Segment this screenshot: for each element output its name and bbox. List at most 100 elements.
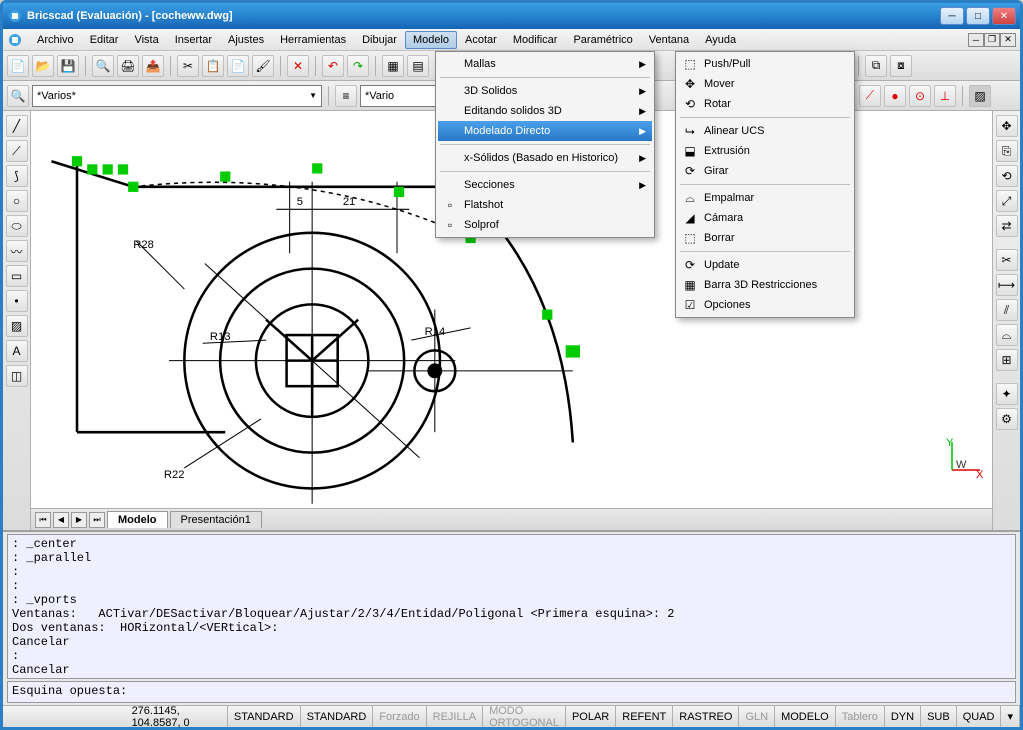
maximize-button[interactable]: □ [966,7,990,25]
tab-next[interactable]: ▶ [71,512,87,528]
spline-tool[interactable]: 〰 [6,240,28,262]
sub-mover[interactable]: ✥Mover [678,74,852,94]
publish-button[interactable]: 📤 [142,55,164,77]
tab-first[interactable]: ⏮ [35,512,51,528]
menu-ayuda[interactable]: Ayuda [697,31,744,49]
arc-tool[interactable]: ⟆ [6,165,28,187]
save-button[interactable]: 💾 [57,55,79,77]
sub-opciones[interactable]: ☑Opciones [678,295,852,315]
menu-ajustes[interactable]: Ajustes [220,31,272,49]
minimize-button[interactable]: ─ [940,7,964,25]
print-button[interactable]: 🖨 [117,55,139,77]
dd-x-s-lidos-basado-en-historico-[interactable]: x-Sólidos (Basado en Historico)▶ [438,148,652,168]
menu-vista[interactable]: Vista [126,31,166,49]
status-std1[interactable]: STANDARD [228,706,301,727]
dd-modelado-directo[interactable]: Modelado Directo▶ [438,121,652,141]
constraint-panel[interactable]: ▨ [969,85,991,107]
sub-rotar[interactable]: ⟲Rotar [678,94,852,114]
sub-update[interactable]: ⟳Update [678,255,852,275]
dd-editando-solidos-3d[interactable]: Editando solidos 3D▶ [438,101,652,121]
polyline-tool[interactable]: ⟋ [6,140,28,162]
layer-dropdown[interactable]: *Varios*▼ [32,85,322,107]
redo-button[interactable]: ↷ [347,55,369,77]
menu-dibujar[interactable]: Dibujar [354,31,405,49]
dd-solprof[interactable]: ▫Solprof [438,215,652,235]
sub-barra-3d-restricciones[interactable]: ▦Barra 3D Restricciones [678,275,852,295]
copy-tool[interactable]: ⎘ [996,140,1018,162]
tab-presentacion1[interactable]: Presentación1 [170,511,262,528]
constraint-3[interactable]: ⊙ [909,85,931,107]
mdi-minimize[interactable]: ─ [968,33,984,47]
status-dyn[interactable]: DYN [885,706,921,727]
extend-tool[interactable]: ⟼ [996,274,1018,296]
constraint-1[interactable]: ⟋ [859,85,881,107]
sub-alinear-ucs[interactable]: ⮡Alinear UCS [678,121,852,141]
menu-insertar[interactable]: Insertar [167,31,220,49]
dd-secciones[interactable]: Secciones▶ [438,175,652,195]
delete-button[interactable]: ✕ [287,55,309,77]
dd-mallas[interactable]: Mallas▶ [438,54,652,74]
line-tool[interactable]: ╱ [6,115,28,137]
copy-button[interactable]: 📋 [202,55,224,77]
move-tool[interactable]: ✥ [996,115,1018,137]
properties-tool[interactable]: ⚙ [996,408,1018,430]
status-polar[interactable]: POLAR [566,706,616,727]
sub-girar[interactable]: ⟳Girar [678,161,852,181]
status-quad[interactable]: QUAD [957,706,1002,727]
circle-tool[interactable]: ○ [6,190,28,212]
explode-tool[interactable]: ✦ [996,383,1018,405]
dd-flatshot[interactable]: ▫Flatshot [438,195,652,215]
sub-empalmar[interactable]: ⌓Empalmar [678,188,852,208]
status-std2[interactable]: STANDARD [301,706,374,727]
region-tool[interactable]: ◫ [6,365,28,387]
undo-button[interactable]: ↶ [322,55,344,77]
menu-herramientas[interactable]: Herramientas [272,31,354,49]
rect-tool[interactable]: ▭ [6,265,28,287]
view-7[interactable]: ⧉ [865,55,887,77]
status-sub[interactable]: SUB [921,706,957,727]
print-preview-button[interactable]: 🔍 [92,55,114,77]
menu-modificar[interactable]: Modificar [505,31,566,49]
tab-prev[interactable]: ◀ [53,512,69,528]
mdi-restore[interactable]: ❐ [984,33,1000,47]
constraint-4[interactable]: ⊥ [934,85,956,107]
status-modo-ortogonal[interactable]: MODO ORTOGONAL [483,706,566,727]
menu-archivo[interactable]: Archivo [29,31,82,49]
open-button[interactable]: 📂 [32,55,54,77]
tool-2[interactable]: ▤ [407,55,429,77]
menu-editar[interactable]: Editar [82,31,127,49]
close-button[interactable]: ✕ [992,7,1016,25]
sub-push-pull[interactable]: ⬚Push/Pull [678,54,852,74]
mdi-close[interactable]: ✕ [1000,33,1016,47]
array-tool[interactable]: ⊞ [996,349,1018,371]
fillet-tool[interactable]: ⌓ [996,324,1018,346]
menu-modelo[interactable]: Modelo [405,31,457,49]
tab-last[interactable]: ⏭ [89,512,105,528]
new-button[interactable]: 📄 [7,55,29,77]
tab-modelo[interactable]: Modelo [107,511,168,528]
sub-c-mara[interactable]: ◢Cámara [678,208,852,228]
ellipse-tool[interactable]: ⬭ [6,215,28,237]
status-gln[interactable]: GLN [739,706,775,727]
view-8[interactable]: ⧇ [890,55,912,77]
command-history[interactable]: : _center : _parallel : : : _vports Vent… [7,534,1016,679]
status-rastreo[interactable]: RASTREO [673,706,739,727]
status-modelo[interactable]: MODELO [775,706,836,727]
mirror-tool[interactable]: ⇄ [996,215,1018,237]
layer-tool-1[interactable]: 🔍 [7,85,29,107]
status-dd[interactable]: ▾ [1001,706,1020,727]
cut-button[interactable]: ✂ [177,55,199,77]
menu-ventana[interactable]: Ventana [641,31,697,49]
sub-extrusi-n[interactable]: ⬓Extrusión [678,141,852,161]
command-input[interactable]: Esquina opuesta: [7,681,1016,703]
constraint-2[interactable]: ● [884,85,906,107]
paste-button[interactable]: 📄 [227,55,249,77]
offset-tool[interactable]: ⫽ [996,299,1018,321]
hatch-tool[interactable]: ▨ [6,315,28,337]
scale-tool[interactable]: ⤢ [996,190,1018,212]
layer-state-button[interactable]: ≡ [335,85,357,107]
status-coords[interactable]: 276.1145, 104.8587, 0 [126,706,228,727]
status-tablero[interactable]: Tablero [836,706,885,727]
status-rejilla[interactable]: REJILLA [427,706,483,727]
status-refent[interactable]: REFENT [616,706,673,727]
